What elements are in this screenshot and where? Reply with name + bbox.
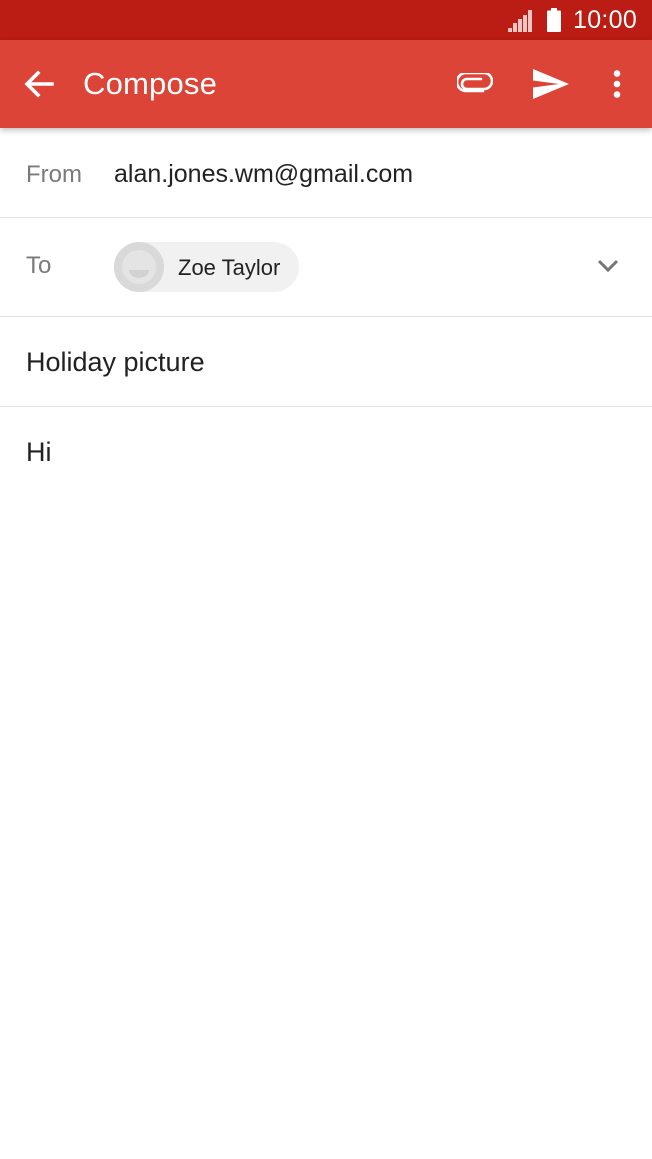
arrow-back-icon xyxy=(24,70,54,98)
more-vertical-icon xyxy=(613,70,621,98)
send-button[interactable] xyxy=(526,58,576,110)
subject-row: Holiday picture xyxy=(0,317,652,407)
app-bar: Compose xyxy=(0,40,652,128)
status-clock: 10:00 xyxy=(573,6,638,34)
chevron-down-icon xyxy=(597,259,619,273)
avatar xyxy=(114,242,164,292)
back-button[interactable] xyxy=(14,58,64,110)
status-bar: 10:00 xyxy=(0,0,652,40)
from-account-selector[interactable]: alan.jones.wm@gmail.com xyxy=(114,160,413,189)
to-label: To xyxy=(26,252,52,279)
message-body-field[interactable]: Hi xyxy=(26,437,626,1127)
more-options-button[interactable] xyxy=(598,58,636,110)
subject-field[interactable]: Holiday picture xyxy=(26,347,205,378)
recipient-name: Zoe Taylor xyxy=(178,255,281,280)
signal-strength-icon xyxy=(508,10,532,32)
default-avatar-icon xyxy=(114,242,164,292)
send-icon xyxy=(533,69,569,99)
to-row: To Zoe Taylor xyxy=(0,218,652,317)
from-row: From alan.jones.wm@gmail.com xyxy=(0,128,652,218)
recipient-chip[interactable]: Zoe Taylor xyxy=(114,242,299,292)
from-label: From xyxy=(26,161,82,188)
attach-button[interactable] xyxy=(450,58,500,110)
expand-recipients-button[interactable] xyxy=(590,248,626,284)
page-title: Compose xyxy=(83,66,218,101)
paperclip-icon xyxy=(457,73,493,93)
battery-icon xyxy=(547,8,561,32)
